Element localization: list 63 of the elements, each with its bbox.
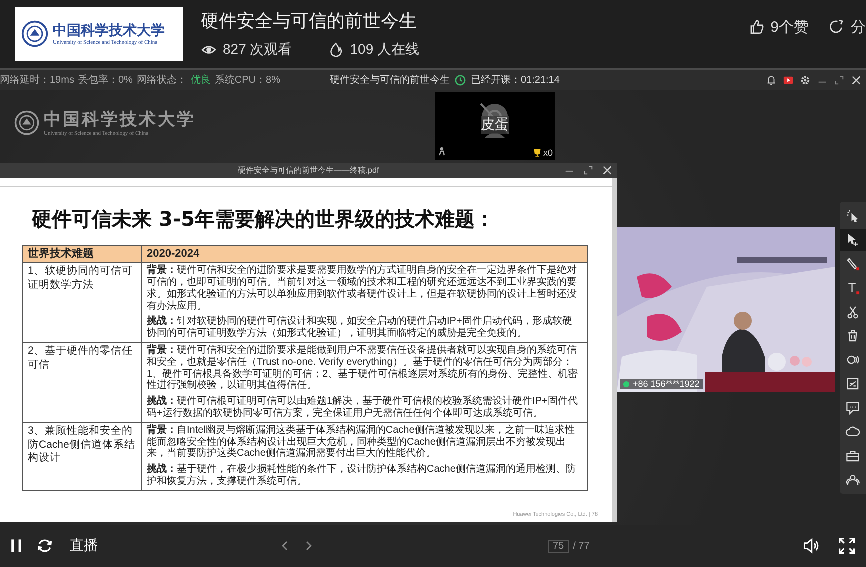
settings-icon[interactable] <box>800 74 811 86</box>
status-dot-icon <box>623 380 630 388</box>
cell-paragraph: 背景：硬件可信和安全的进阶要求是要需要用数学的方式证明自身的安全在一定边界条件下是绝对可信的，也即可证明的可信。当前针对这一领域的技术和工程的研究还远远达不到工业界实践的要求。如形式化验证的方法可以单独应用到软件或者硬件设计上，但是在软硬协同的设计上暂时还没有办法应用。 <box>147 265 578 312</box>
person-icon <box>438 146 446 157</box>
cell-paragraph: 挑战：硬件可信根可证明可信可以由难题1解决，基于硬件可信根的校验系统需设计硬件IP+固件代码+运行数据的软硬协同零可信方案，完全保证用户无需信任任何个体即可达成系统可信。 <box>147 396 579 420</box>
previous-page-icon[interactable] <box>280 540 290 552</box>
network-stat: 网络延时：19ms <box>0 74 74 87</box>
stream-title: 硬件安全与可信的前世今生 <box>201 10 418 33</box>
refresh-icon[interactable] <box>36 537 54 555</box>
online-count: 109 人在线 <box>350 41 420 59</box>
logo-name: 中国科学技术大学 <box>44 109 196 131</box>
table-cell: 2、基于硬件的零信任可信 <box>22 342 142 422</box>
chat-icon <box>845 400 861 416</box>
page-total: / 77 <box>573 540 590 552</box>
network-stat: 丢包率：0% <box>78 74 133 87</box>
people-icon <box>845 472 861 488</box>
cell-paragraph: 背景：硬件可信和安全的进阶要求是能做到用户不需要信任设备提供者就可以实现自身的系统可信和安全，也就是零信任（Trust no-one. Verify everything）。基于硬件的零信任可信分为两部分：1、硬件可信根具备数学可证明的可信；2、基于硬件可信根逐层对系统所有的身份、完整性、机密性进行强制校验，以证明其值得信任。 <box>147 345 580 392</box>
like-button[interactable]: 9个赞 <box>748 18 809 36</box>
maximize-icon[interactable] <box>583 165 594 176</box>
volume-icon[interactable] <box>802 537 820 555</box>
column-header: 世界技术难题 <box>22 246 142 263</box>
slide-heading: 硬件可信未来 3-5年需要解决的世界级的技术难题： <box>32 206 496 233</box>
thumbs-up-icon <box>748 19 765 35</box>
bell-icon[interactable] <box>766 74 777 86</box>
session-title: 硬件安全与可信的前世今生 <box>330 74 450 87</box>
maximize-icon[interactable] <box>834 74 845 86</box>
next-page-icon[interactable] <box>304 540 314 552</box>
clock-icon <box>455 74 466 86</box>
scrollbar[interactable] <box>612 178 617 522</box>
move-cursor-icon <box>845 232 861 248</box>
cell-paragraph: 背景：自Intel幽灵与熔断漏洞这类基于体系结构漏洞的Cache侧信道被发现以来，之前一味追求性能而忽略安全性的体系结构设计出现巨大危机，同种类型的Cache侧信道漏洞层出不穷被发现出来，当前要防护这类Cache侧信道漏洞需要付出巨大的性能代价。 <box>147 424 576 460</box>
toolbox-icon <box>845 448 861 464</box>
cell-paragraph: 挑战：基于硬件，在极少损耗性能的条件下，设计防护体系结构Cache侧信道漏洞的通用检测、防护和恢复方法，支撑硬件系统可信。 <box>147 464 577 488</box>
scissors-icon <box>845 304 861 320</box>
participant-name: 皮蛋 <box>481 116 509 134</box>
flame-icon <box>328 42 344 58</box>
share-icon <box>829 19 845 35</box>
elapsed-time: 已经开课：01:21:14 <box>471 74 560 87</box>
trophy-count: x0 <box>543 148 553 158</box>
emblem-icon <box>21 20 49 48</box>
video-icon[interactable] <box>783 74 794 86</box>
page-field[interactable]: 75 <box>548 540 570 552</box>
network-state: 优良 <box>190 74 211 87</box>
tool-button[interactable] <box>840 229 866 251</box>
live-label: 直播 <box>70 537 99 555</box>
network-state-label: 网络状态： <box>136 74 187 87</box>
table-cell: 1、软硬协同的可信可证明数学方法 <box>22 262 142 343</box>
table-cell: 3、兼顾性能和安全的防Cache侧信道体系结构设计 <box>22 422 142 490</box>
close-icon[interactable] <box>851 74 862 86</box>
pen-icon <box>845 256 861 272</box>
formula-icon <box>845 376 861 392</box>
column-header: 2020-2024 <box>142 246 588 263</box>
caller-id: +86 156****1922 <box>633 379 700 389</box>
view-count: 827 次观看 <box>223 41 292 59</box>
document-title: 硬件安全与可信的前世今生——终稿.pdf <box>238 165 380 176</box>
trophy-icon <box>533 148 542 158</box>
logo-name: 中国科学技术大学 <box>53 22 165 40</box>
close-icon[interactable] <box>602 165 613 176</box>
fullscreen-icon[interactable] <box>838 537 856 555</box>
share-button[interactable]: 分 <box>829 18 866 36</box>
cpu-usage: 系统CPU：8% <box>214 74 280 87</box>
cell-paragraph: 挑战：针对软硬协同的硬件可信设计和实现，如安全启动的硬件启动IP+固件启动代码，形成软硬协同的可信可证明数学方法（如形式化验证），证明其面临特定的威胁是完全免疫的。 <box>147 316 574 340</box>
emblem-icon <box>14 110 40 136</box>
